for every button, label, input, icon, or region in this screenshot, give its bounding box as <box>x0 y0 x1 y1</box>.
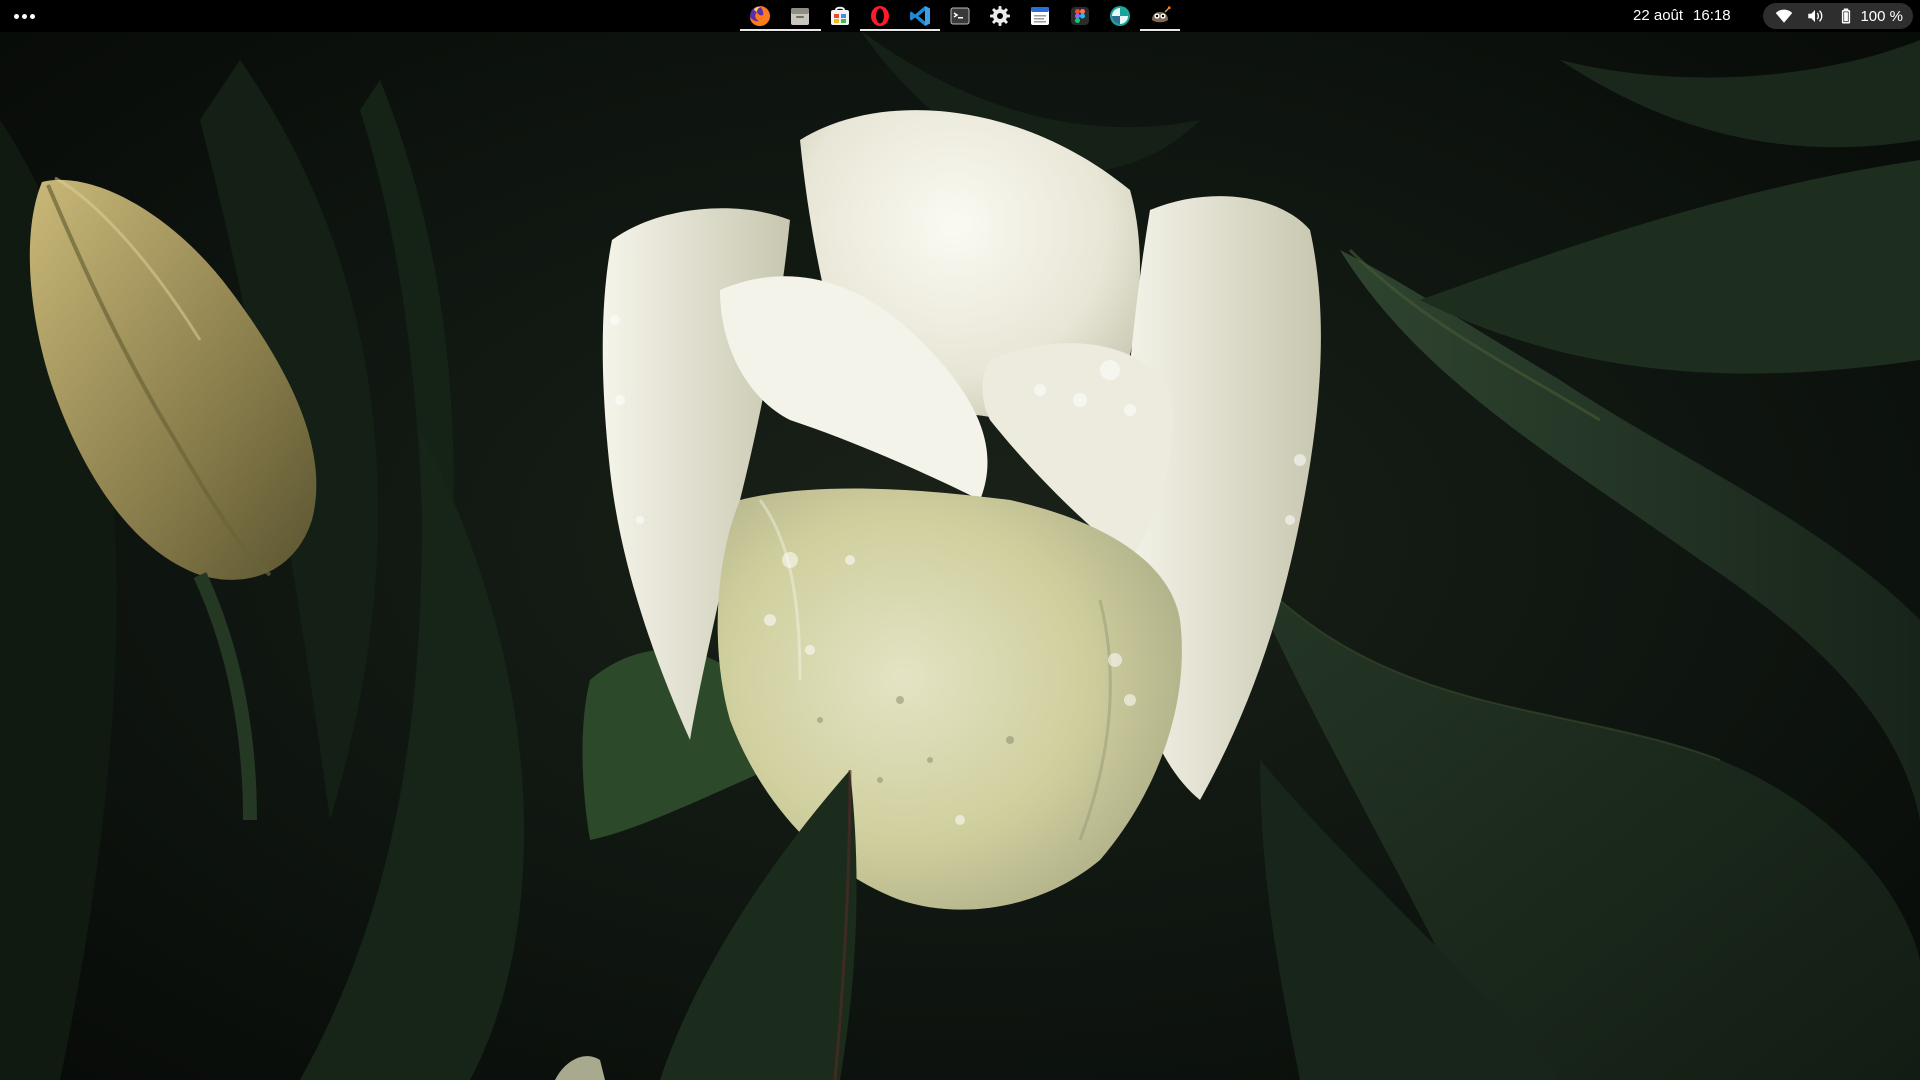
figma-icon <box>1071 7 1089 25</box>
teal-circle-app-icon <box>1110 6 1130 26</box>
system-status-menu[interactable]: 100 % <box>1763 3 1913 29</box>
text-editor-icon <box>1031 7 1049 25</box>
battery-percentage: 100 % <box>1860 7 1903 25</box>
battery-icon <box>1842 8 1851 24</box>
wifi-icon <box>1775 9 1793 23</box>
more-dot <box>21 13 27 19</box>
vscode-icon <box>910 6 930 26</box>
software-store-icon <box>831 6 849 25</box>
desktop: 22 août 16:18 100 % <box>0 0 1920 1080</box>
desktop-wallpaper <box>0 0 1920 1080</box>
terminal-icon <box>950 7 970 25</box>
dock-app-gimp[interactable] <box>1140 0 1180 32</box>
files-icon <box>791 8 809 25</box>
volume-icon <box>1808 10 1823 22</box>
activities-button[interactable] <box>10 4 38 28</box>
gimp-icon <box>1152 6 1171 23</box>
opera-icon <box>871 6 889 26</box>
battery-indicator: 100 % <box>1837 7 1903 25</box>
clock-time: 16:18 <box>1693 7 1731 24</box>
dock-app-teal-circle[interactable] <box>1100 0 1140 32</box>
dock-app-vscode[interactable] <box>900 0 940 32</box>
more-dot <box>29 13 35 19</box>
dock-app-settings[interactable] <box>980 0 1020 32</box>
top-panel: 22 août 16:18 100 % <box>0 0 1920 32</box>
dock-app-files[interactable] <box>780 0 821 32</box>
dock-app-opera[interactable] <box>860 0 900 32</box>
more-dot <box>13 13 19 19</box>
dock-app-terminal[interactable] <box>940 0 980 32</box>
dock-app-firefox[interactable] <box>740 0 780 32</box>
dock-app-software[interactable] <box>820 0 860 32</box>
clock-button[interactable]: 22 août 16:18 <box>1633 0 1731 32</box>
panel-dock <box>740 0 1180 32</box>
firefox-icon <box>750 6 770 26</box>
clock-date: 22 août <box>1633 7 1684 24</box>
dock-app-text-editor[interactable] <box>1020 0 1060 32</box>
settings-gear-icon <box>990 6 1010 26</box>
dock-app-figma[interactable] <box>1060 0 1100 32</box>
